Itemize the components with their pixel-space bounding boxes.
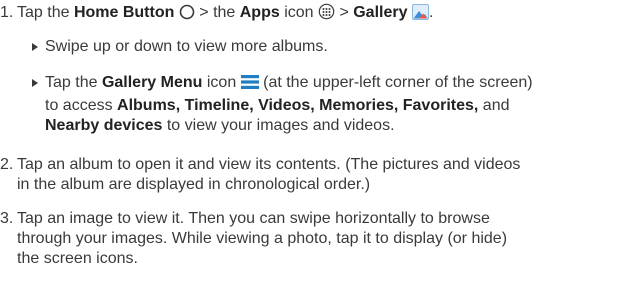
step-number: 3. <box>0 210 14 227</box>
hamburger-menu-icon <box>240 74 259 96</box>
bullet-gallery-menu: Tap the Gallery Menu icon (at the upper-… <box>32 73 622 136</box>
step-number: 1. <box>0 4 14 21</box>
apps-label: Apps <box>239 4 280 21</box>
home-button-label: Home Button <box>73 4 175 21</box>
step-2: 2. Tap an album to open it and view its … <box>0 156 521 193</box>
circle-outline-icon <box>179 4 195 26</box>
bullet-triangle-icon <box>32 79 38 87</box>
step-number: 2. <box>0 156 14 173</box>
bullet-swipe-albums: Swipe up or down to view more albums. <box>32 37 622 57</box>
step-1: 1. Tap the Home Button > the Apps icon >… <box>0 3 620 26</box>
apps-grid-icon <box>318 3 335 26</box>
menu-options-label: Albums, Timeline, Videos, Memories, Favo… <box>117 97 479 114</box>
bullet-triangle-icon <box>32 43 38 51</box>
step-3: 3. Tap an image to view it. Then you can… <box>0 210 508 267</box>
nearby-devices-label: Nearby devices <box>45 117 163 134</box>
gallery-menu-label: Gallery Menu <box>101 74 203 91</box>
gallery-photo-icon <box>411 4 429 26</box>
gallery-label: Gallery <box>353 4 408 21</box>
instructions-document: 1. Tap the Home Button > the Apps icon >… <box>0 0 625 290</box>
step-1-text: Tap the Home Button > the Apps icon > Ga… <box>17 3 620 26</box>
